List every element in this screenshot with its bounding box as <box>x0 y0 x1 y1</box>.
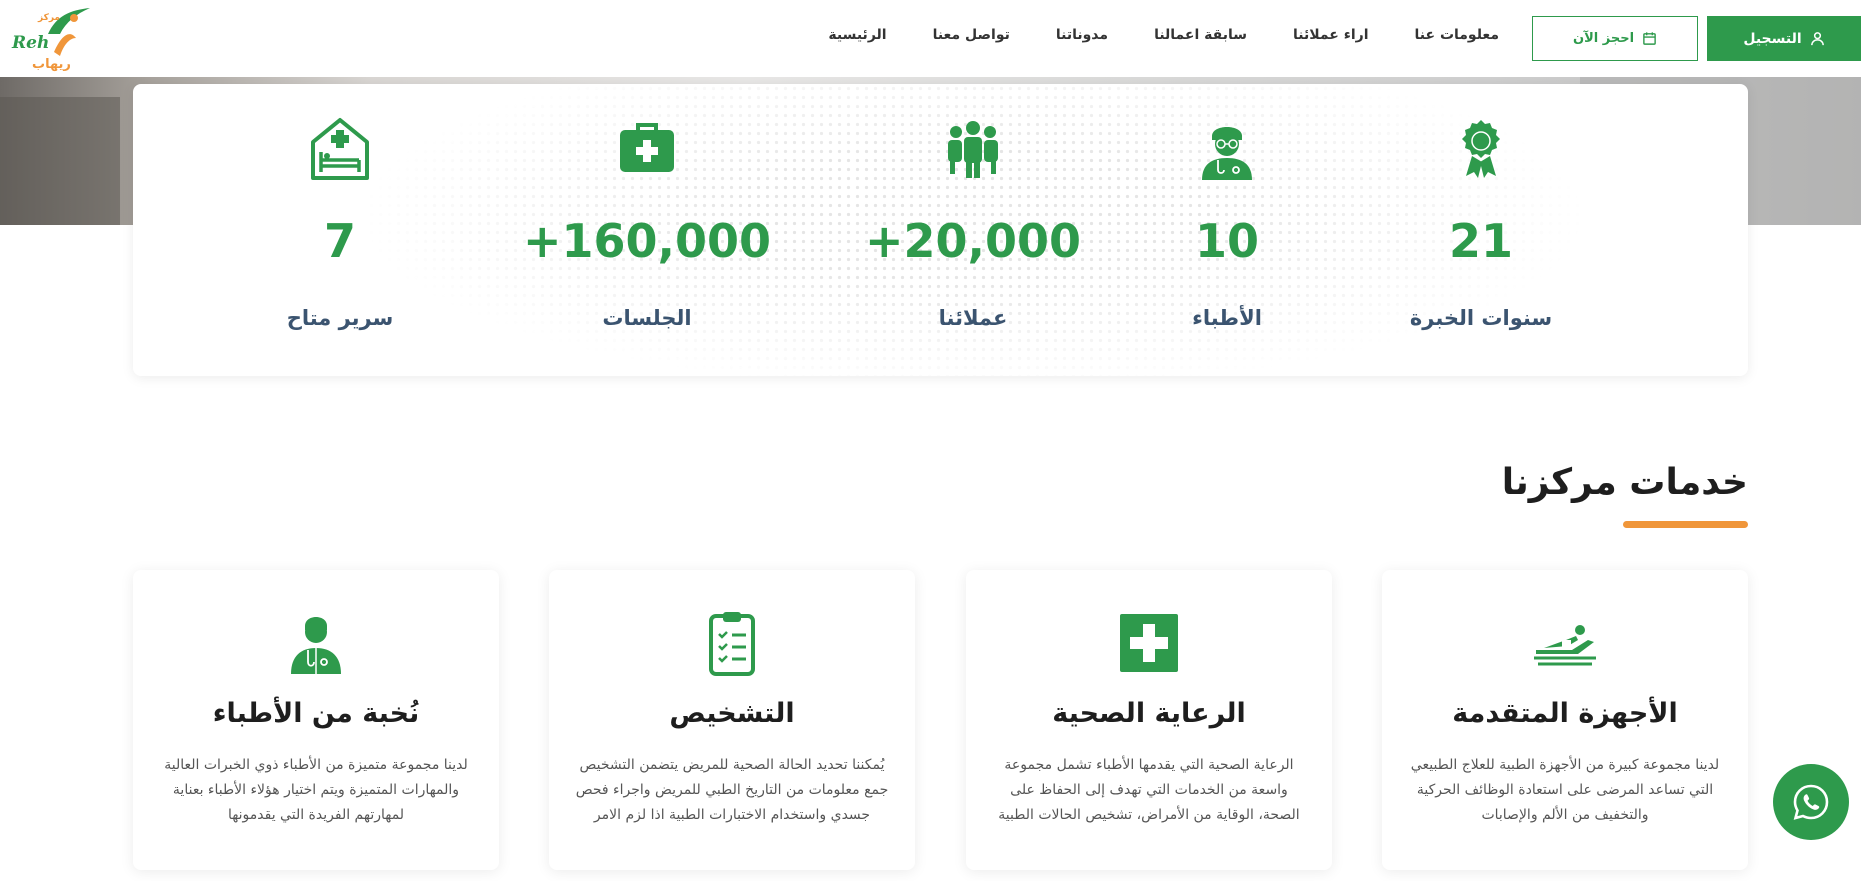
service-card-advanced-devices[interactable]: الأجهزة المتقدمة لدينا مجموعة كبيرة من ا… <box>1382 570 1748 870</box>
register-button[interactable]: التسجيل <box>1707 16 1861 61</box>
service-title: الرعاية الصحية <box>1052 698 1246 729</box>
stat-value: 21 <box>1448 214 1513 268</box>
hospital-bed-icon <box>311 118 369 180</box>
award-ribbon-icon <box>1462 120 1500 178</box>
user-icon <box>1810 32 1824 46</box>
stat-label: سرير متاح <box>286 306 394 330</box>
svg-text:مركز: مركز <box>37 13 60 23</box>
stat-value: 7 <box>323 214 356 268</box>
calendar-icon <box>1643 32 1656 45</box>
service-description: لدينا مجموعة كبيرة من الأجهزة الطبية للع… <box>1410 757 1720 823</box>
stat-value: 10 <box>1194 214 1259 268</box>
stat-sessions: +160,000 الجلسات <box>517 84 777 376</box>
stat-label: الجلسات <box>602 306 692 330</box>
stat-years-experience: 21 سنوات الخبرة <box>1351 84 1611 376</box>
service-description: لدينا مجموعة متميزة من الأطباء ذوي الخبر… <box>164 757 468 823</box>
svg-text:ريهاب: ريهاب <box>32 57 71 72</box>
main-nav: الرئيسية تواصل معنا مدوناتنا سابقة اعمال… <box>828 27 1499 51</box>
nav-contact[interactable]: تواصل معنا <box>933 27 1010 51</box>
book-now-button[interactable]: احجز الآن <box>1532 16 1698 61</box>
book-now-label: احجز الآن <box>1572 31 1635 46</box>
stat-label: عملائنا <box>938 306 1008 330</box>
service-card-elite-doctors[interactable]: نُخبة من الأطباء لدينا مجموعة متميزة من … <box>133 570 499 870</box>
service-description: الرعاية الصحية التي يقدمها الأطباء تشمل … <box>998 757 1300 823</box>
service-card-health-care[interactable]: الرعاية الصحية الرعاية الصحية التي يقدمه… <box>966 570 1332 870</box>
register-label: التسجيل <box>1743 30 1802 47</box>
site-logo[interactable]: مركز Reh ريهاب <box>10 4 94 74</box>
service-description: يُمكننا تحديد الحالة الصحية للمريض يتضمن… <box>575 757 889 823</box>
doctor-icon <box>1202 127 1252 180</box>
service-title: التشخيص <box>669 698 795 729</box>
stat-label: سنوات الخبرة <box>1409 306 1553 330</box>
stat-value: +20,000 <box>864 214 1082 268</box>
stat-doctors: 10 الأطباء <box>1097 84 1357 376</box>
patient-bed-icon <box>1534 625 1596 666</box>
site-header: التسجيل احجز الآن الرئيسية تواصل معنا مد… <box>0 0 1861 77</box>
stat-label: الأطباء <box>1192 306 1262 330</box>
group-users-icon <box>948 121 998 178</box>
stats-card: 21 سنوات الخبرة 10 الأطباء +20,000 عملائ… <box>133 84 1748 376</box>
services-section-title: خدمات مركزنا <box>1501 462 1748 503</box>
nav-about[interactable]: معلومات عنا <box>1415 27 1499 51</box>
nav-testimonials[interactable]: اراء عملائنا <box>1293 27 1369 51</box>
svg-text:Reh: Reh <box>11 33 49 53</box>
service-title: الأجهزة المتقدمة <box>1452 698 1678 729</box>
clipboard-checklist-icon <box>709 612 755 676</box>
service-card-diagnosis[interactable]: التشخيص يُمكننا تحديد الحالة الصحية للمر… <box>549 570 915 870</box>
medical-cross-icon <box>1120 614 1178 672</box>
nav-blogs[interactable]: مدوناتنا <box>1056 27 1108 51</box>
service-title: نُخبة من الأطباء <box>212 698 420 729</box>
title-underline <box>1623 521 1748 528</box>
medical-kit-icon <box>620 123 674 172</box>
stat-clients: +20,000 عملائنا <box>843 84 1103 376</box>
whatsapp-button[interactable] <box>1773 764 1849 840</box>
doctor-stethoscope-icon <box>291 617 341 674</box>
nav-portfolio[interactable]: سابقة اعمالنا <box>1154 27 1247 51</box>
nav-home[interactable]: الرئيسية <box>828 27 886 51</box>
stat-value: +160,000 <box>522 214 772 268</box>
stat-available-beds: 7 سرير متاح <box>210 84 470 376</box>
whatsapp-icon <box>1793 784 1829 820</box>
